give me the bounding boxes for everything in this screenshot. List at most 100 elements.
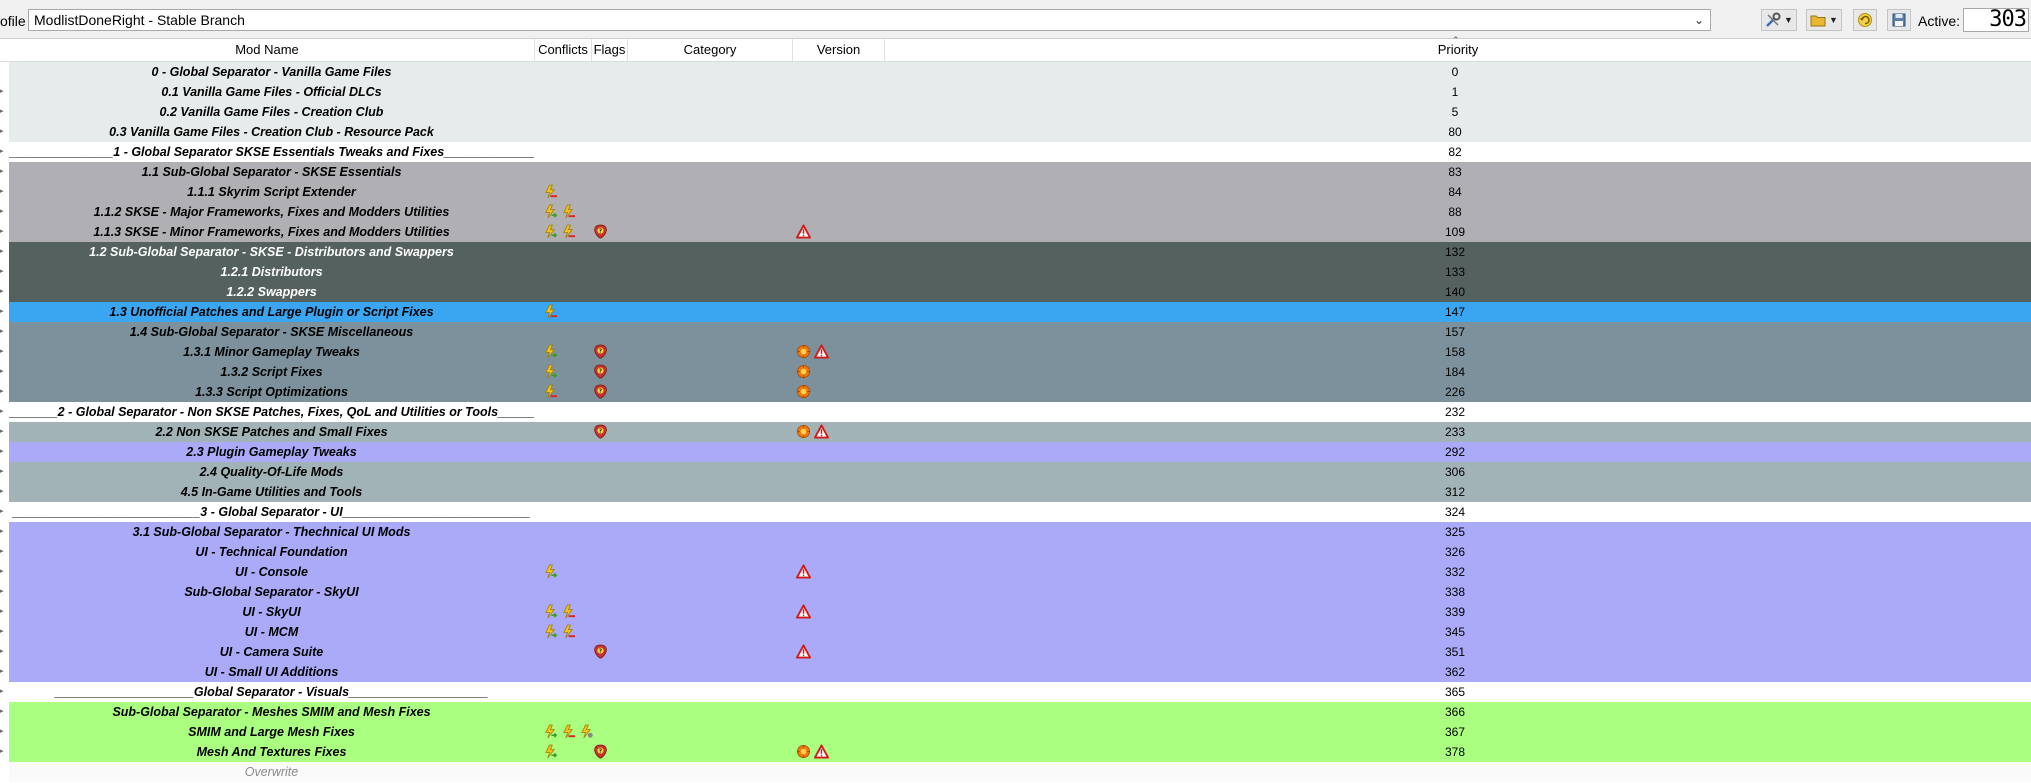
mod-row[interactable]: ▸ 1.2 Sub-Global Separator - SKSE - Distr… [0, 242, 2031, 262]
mod-row[interactable]: ▸ 2.4 Quality-Of-Life Mods 306 [0, 462, 2031, 482]
overwritten-icon [543, 384, 558, 400]
row-expander-icon[interactable]: ▸ [0, 308, 6, 316]
warning-icon [814, 744, 829, 760]
mod-row[interactable]: ▸ 1.3.3 Script Optimizations? 226 [0, 382, 2031, 402]
mod-row[interactable]: ▸ 1.1.1 Skyrim Script Extender 84 [0, 182, 2031, 202]
row-expander-icon[interactable]: ▸ [0, 588, 6, 596]
mod-row[interactable]: ▸ _______2 - Global Separator - Non SKSE … [0, 402, 2031, 422]
column-header-mod-name[interactable]: Mod Name [0, 39, 535, 61]
row-expander-icon[interactable]: ▸ [0, 288, 6, 296]
mod-name: 1.1.1 Skyrim Script Extender [187, 185, 356, 199]
mod-row[interactable]: ▸ 1.4 Sub-Global Separator - SKSE Miscell… [0, 322, 2031, 342]
row-expander-icon[interactable]: ▸ [0, 568, 6, 576]
mod-row[interactable]: ▸ UI - Console 332 [0, 562, 2031, 582]
row-expander-icon[interactable]: ▸ [0, 368, 6, 376]
row-expander-icon[interactable]: ▸ [0, 528, 6, 536]
row-expander-icon[interactable]: ▸ [0, 468, 6, 476]
mod-priority: 5 [1451, 105, 1459, 119]
profile-dropdown[interactable]: ModlistDoneRight - Stable Branch ⌄ [28, 9, 1711, 31]
row-expander-icon[interactable]: ▸ [0, 128, 6, 136]
row-expander-icon[interactable]: ▸ [0, 608, 6, 616]
conflicts-icons [543, 304, 558, 320]
mod-row[interactable]: ▸ UI - Small UI Additions 362 [0, 662, 2031, 682]
row-expander-icon[interactable]: ▸ [0, 668, 6, 676]
row-expander-icon[interactable]: ▸ [0, 408, 6, 416]
mod-row[interactable]: ▸ 1.1.3 SKSE - Minor Frameworks, Fixes an… [0, 222, 2031, 242]
overwrite-row[interactable]: Overwrite [0, 762, 2031, 782]
row-expander-icon[interactable]: ▸ [0, 188, 6, 196]
tools-icon [1766, 12, 1781, 27]
mod-row[interactable]: ▸ 0.3 Vanilla Game Files - Creation Club … [0, 122, 2031, 142]
create-backup-button[interactable] [1887, 9, 1911, 31]
row-expander-icon[interactable]: ▸ [0, 708, 6, 716]
mod-row[interactable]: ▸ 4.5 In-Game Utilities and Tools 312 [0, 482, 2031, 502]
mod-row[interactable]: ▸ 1.3 Unofficial Patches and Large Plugin… [0, 302, 2031, 322]
mod-row[interactable]: ▸ 3.1 Sub-Global Separator - Thechnical U… [0, 522, 2031, 542]
mod-row[interactable]: ▸ 1.1.2 SKSE - Major Frameworks, Fixes an… [0, 202, 2031, 222]
mod-row[interactable]: ▸ 1.1 Sub-Global Separator - SKSE Essenti… [0, 162, 2031, 182]
mod-row[interactable]: ▸ UI - MCM 345 [0, 622, 2031, 642]
mod-row[interactable]: ▸ 1.2.1 Distributors 133 [0, 262, 2031, 282]
mod-row[interactable]: ▸ ___________________________3 - Global S… [0, 502, 2031, 522]
mod-row[interactable]: ▸ UI - Technical Foundation 326 [0, 542, 2031, 562]
row-expander-icon[interactable]: ▸ [0, 208, 6, 216]
mod-priority: 378 [1444, 745, 1466, 759]
row-expander-icon[interactable]: ▸ [0, 448, 6, 456]
row-expander-icon[interactable]: ▸ [0, 108, 6, 116]
mod-row[interactable]: ▸ 0.2 Vanilla Game Files - Creation Club 5 [0, 102, 2031, 122]
mod-list[interactable]: Mod Name Conflicts Flags Category Versio… [0, 35, 2031, 784]
row-expander-icon[interactable]: ▸ [0, 268, 6, 276]
column-header-category[interactable]: Category [628, 39, 793, 61]
mod-priority: 140 [1444, 285, 1466, 299]
column-header-flags[interactable]: Flags [592, 39, 628, 61]
caret-down-icon: ▼ [1784, 15, 1793, 25]
row-expander-icon[interactable]: ▸ [0, 248, 6, 256]
notes-icon: ? [593, 384, 608, 400]
active-mod-count: 303 [1963, 8, 2029, 32]
mod-name: Mesh And Textures Fixes [196, 745, 347, 759]
open-folder-button[interactable]: ▼ [1806, 9, 1842, 31]
mod-row[interactable]: ▸ ____________________Global Separator - … [0, 682, 2031, 702]
mod-row[interactable]: ▸ Sub-Global Separator - Meshes SMIM and … [0, 702, 2031, 722]
mod-row[interactable]: ▸ 1.3.1 Minor Gameplay Tweaks? 158 [0, 342, 2031, 362]
mod-name: 1.3.1 Minor Gameplay Tweaks [183, 345, 360, 359]
row-expander-icon[interactable]: ▸ [0, 388, 6, 396]
row-expander-icon[interactable]: ▸ [0, 628, 6, 636]
row-expander-icon[interactable]: ▸ [0, 228, 6, 236]
row-expander-icon[interactable]: ▸ [0, 748, 6, 756]
mod-priority: 312 [1444, 485, 1466, 499]
mod-name: ___________________________3 - Global Se… [12, 505, 531, 519]
mod-row[interactable]: ▸ Sub-Global Separator - SkyUI 338 [0, 582, 2031, 602]
mod-row[interactable]: ▸ 1.3.2 Script Fixes? 184 [0, 362, 2031, 382]
row-expander-icon[interactable]: ▸ [0, 688, 6, 696]
row-expander-icon[interactable]: ▸ [0, 88, 6, 96]
restore-backup-button[interactable] [1853, 9, 1877, 31]
mod-row[interactable]: ▸ UI - Camera Suite? 351 [0, 642, 2031, 662]
mod-row[interactable]: ▸ 2.3 Plugin Gameplay Tweaks 292 [0, 442, 2031, 462]
row-expander-icon[interactable]: ▸ [0, 168, 6, 176]
row-expander-icon[interactable]: ▸ [0, 428, 6, 436]
mod-row[interactable]: ▸ _______________1 - Global Separator SKS… [0, 142, 2031, 162]
row-expander-icon[interactable]: ▸ [0, 548, 6, 556]
row-expander-icon[interactable]: ▸ [0, 508, 6, 516]
mod-row[interactable]: ▸ 0.1 Vanilla Game Files - Official DLCs 1 [0, 82, 2031, 102]
column-header-version[interactable]: Version [793, 39, 885, 61]
row-expander-icon[interactable]: ▸ [0, 328, 6, 336]
row-expander-icon[interactable]: ▸ [0, 488, 6, 496]
mod-priority: 325 [1444, 525, 1466, 539]
mod-row[interactable]: ▸ 1.2.2 Swappers 140 [0, 282, 2031, 302]
row-expander-icon[interactable]: ▸ [0, 648, 6, 656]
mod-row[interactable]: ▸ Mesh And Textures Fixes? 378 [0, 742, 2031, 762]
mod-row[interactable]: 0 - Global Separator - Vanilla Game File… [0, 62, 2031, 82]
column-header-conflicts[interactable]: Conflicts [535, 39, 592, 61]
mod-row[interactable]: ▸ 2.2 Non SKSE Patches and Small Fixes? 23… [0, 422, 2031, 442]
mod-row[interactable]: ▸ SMIM and Large Mesh Fixes 367 [0, 722, 2031, 742]
mod-row[interactable]: ▸ UI - SkyUI 339 [0, 602, 2031, 622]
row-expander-icon[interactable]: ▸ [0, 148, 6, 156]
tools-button[interactable]: ▼ [1761, 9, 1797, 31]
svg-text:?: ? [599, 649, 602, 655]
row-expander-icon[interactable]: ▸ [0, 728, 6, 736]
row-expander-icon[interactable]: ▸ [0, 348, 6, 356]
mod-name: 0.3 Vanilla Game Files - Creation Club -… [109, 125, 434, 139]
mod-priority: 83 [1448, 165, 1462, 179]
